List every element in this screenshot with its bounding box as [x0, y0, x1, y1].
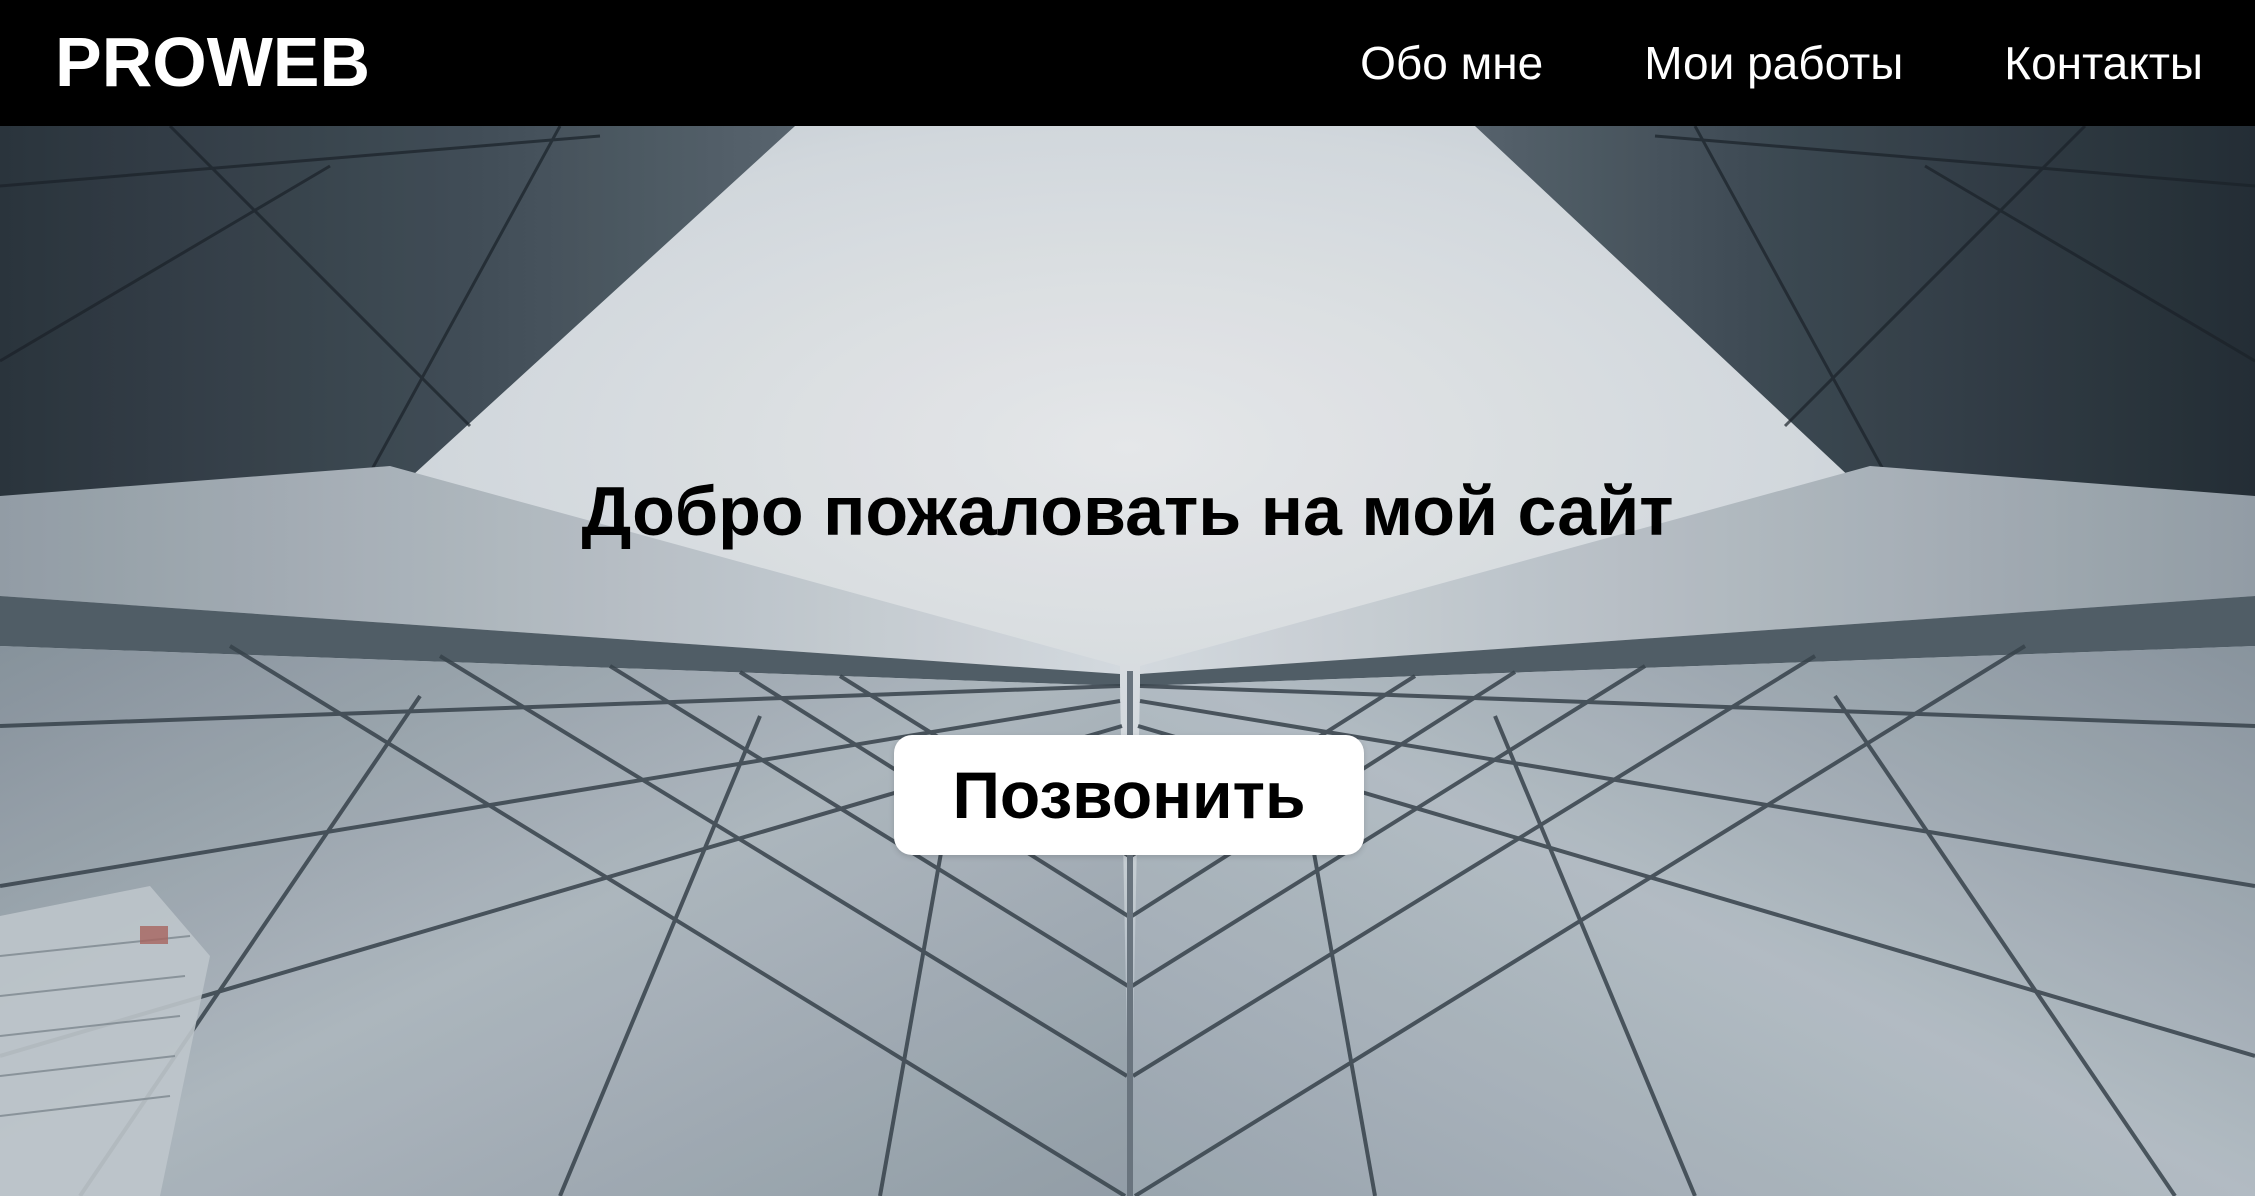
hero-title: Добро пожаловать на мой сайт: [581, 472, 1674, 550]
nav-link-contacts[interactable]: Контакты: [2004, 36, 2203, 90]
site-logo[interactable]: PROWEB: [55, 24, 370, 100]
nav-link-works[interactable]: Мои работы: [1644, 36, 1903, 90]
hero-background-image: [0, 126, 2255, 1196]
nav-link-about[interactable]: Обо мне: [1360, 36, 1543, 90]
page: PROWEB Обо мне Мои работы Контакты Добро…: [0, 0, 2255, 1196]
call-button[interactable]: Позвонить: [894, 735, 1364, 855]
main-nav: Обо мне Мои работы Контакты: [1360, 36, 2203, 90]
hero-section: Добро пожаловать на мой сайт Позвонить: [0, 126, 2255, 1196]
site-header: PROWEB Обо мне Мои работы Контакты: [0, 0, 2255, 126]
